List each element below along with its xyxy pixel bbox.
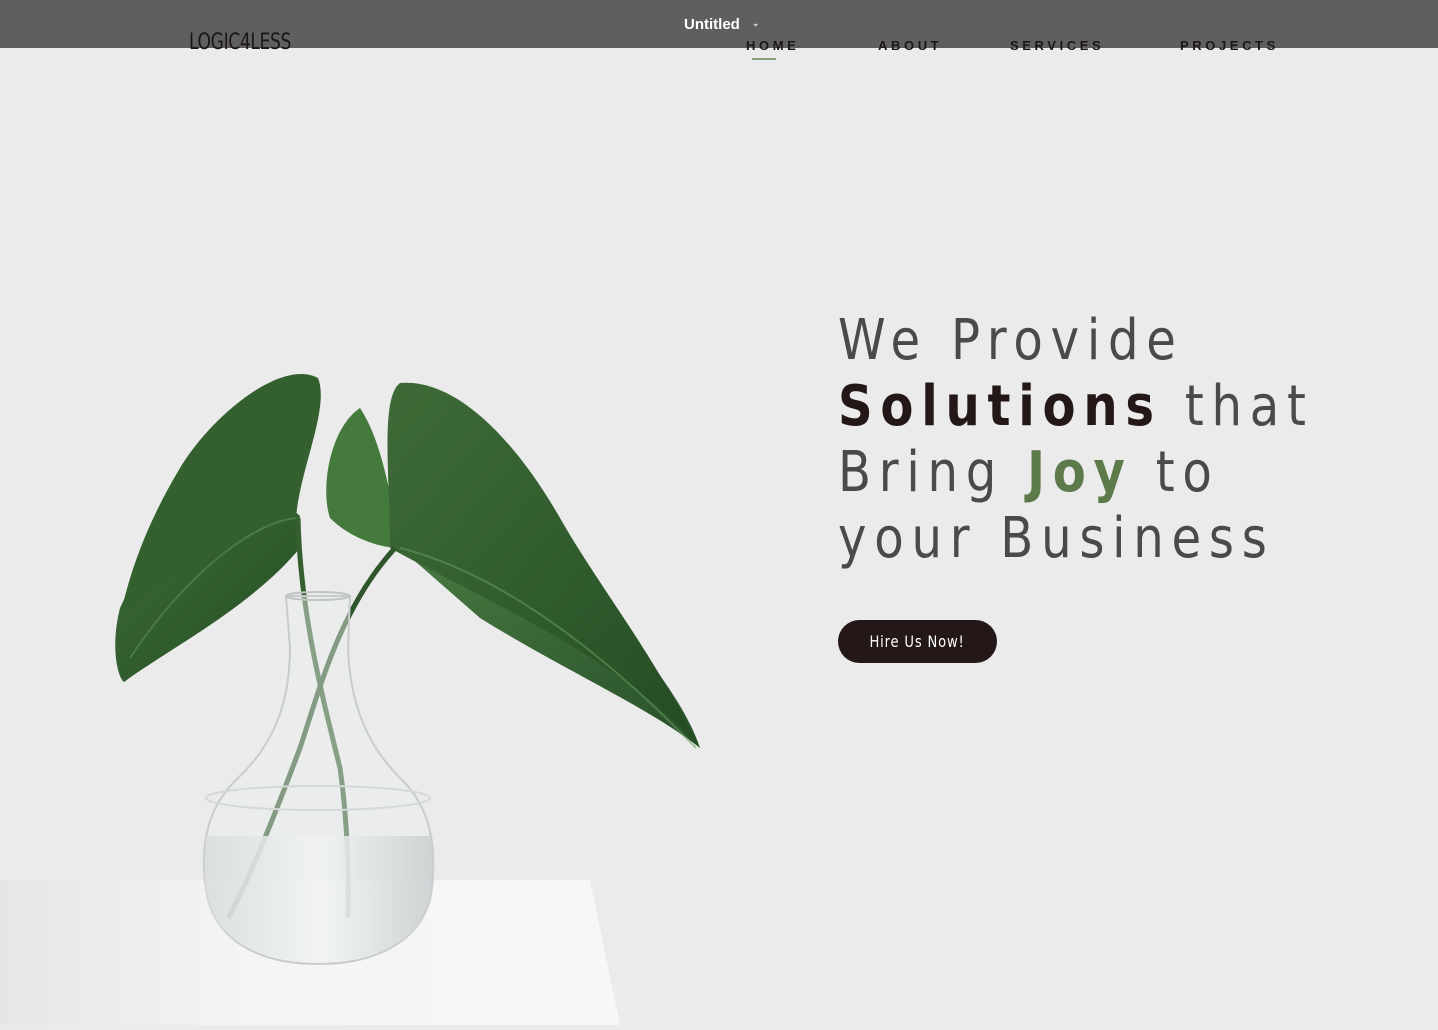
- plant-vase-illustration: [115, 374, 700, 966]
- hero-word-to: to: [1132, 440, 1220, 505]
- hero-headline: We Provide Solutions that Bring Joy to y…: [838, 308, 1320, 572]
- nav-services[interactable]: SERVICES: [1010, 38, 1104, 53]
- hero-word-that: that: [1161, 374, 1314, 439]
- nav-projects[interactable]: PROJECTS: [1180, 38, 1279, 53]
- nav-about[interactable]: ABOUT: [878, 38, 942, 53]
- hire-us-button-label: Hire Us Now!: [869, 632, 966, 651]
- main-nav: HOME ABOUT SERVICES PROJECTS: [0, 38, 1438, 68]
- hero-line-3: Bring Joy to: [838, 440, 1320, 506]
- hero-line-1: We Provide: [838, 308, 1184, 373]
- document-title: Untitled: [684, 16, 740, 33]
- hero-word-bring: Bring: [838, 440, 1028, 505]
- chevron-down-icon: ⌄: [751, 18, 760, 28]
- hero-word-joy: Joy: [1027, 440, 1133, 505]
- document-title-menu[interactable]: Untitled ⌄: [684, 16, 759, 33]
- hero-line-4: your Business: [838, 506, 1275, 571]
- hero-line-2: Solutions that: [838, 374, 1320, 440]
- hero-image: [0, 48, 760, 1030]
- hire-us-button[interactable]: Hire Us Now!: [838, 620, 997, 663]
- hero-word-solutions: Solutions: [838, 374, 1162, 439]
- nav-home[interactable]: HOME: [746, 38, 799, 60]
